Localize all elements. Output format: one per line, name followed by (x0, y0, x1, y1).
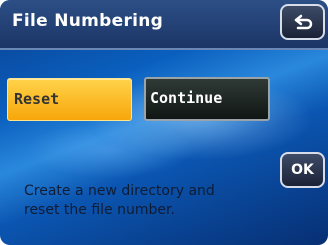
ok-button[interactable]: OK (280, 152, 325, 188)
help-message: Create a new directory and reset the fil… (24, 182, 264, 220)
page-title: File Numbering (12, 11, 164, 31)
title-bar: File Numbering (0, 0, 328, 50)
return-arrow-icon (292, 14, 314, 30)
camera-menu-screen: File Numbering Reset Continue OK Create … (0, 0, 328, 245)
reset-button[interactable]: Reset (7, 78, 132, 121)
back-button[interactable] (280, 4, 325, 40)
help-message-line-1: Create a new directory and (24, 183, 215, 199)
continue-button[interactable]: Continue (144, 77, 270, 121)
help-message-line-2: reset the file number. (24, 202, 175, 218)
reset-button-label: Reset (14, 90, 60, 108)
continue-button-label: Continue (150, 89, 223, 107)
